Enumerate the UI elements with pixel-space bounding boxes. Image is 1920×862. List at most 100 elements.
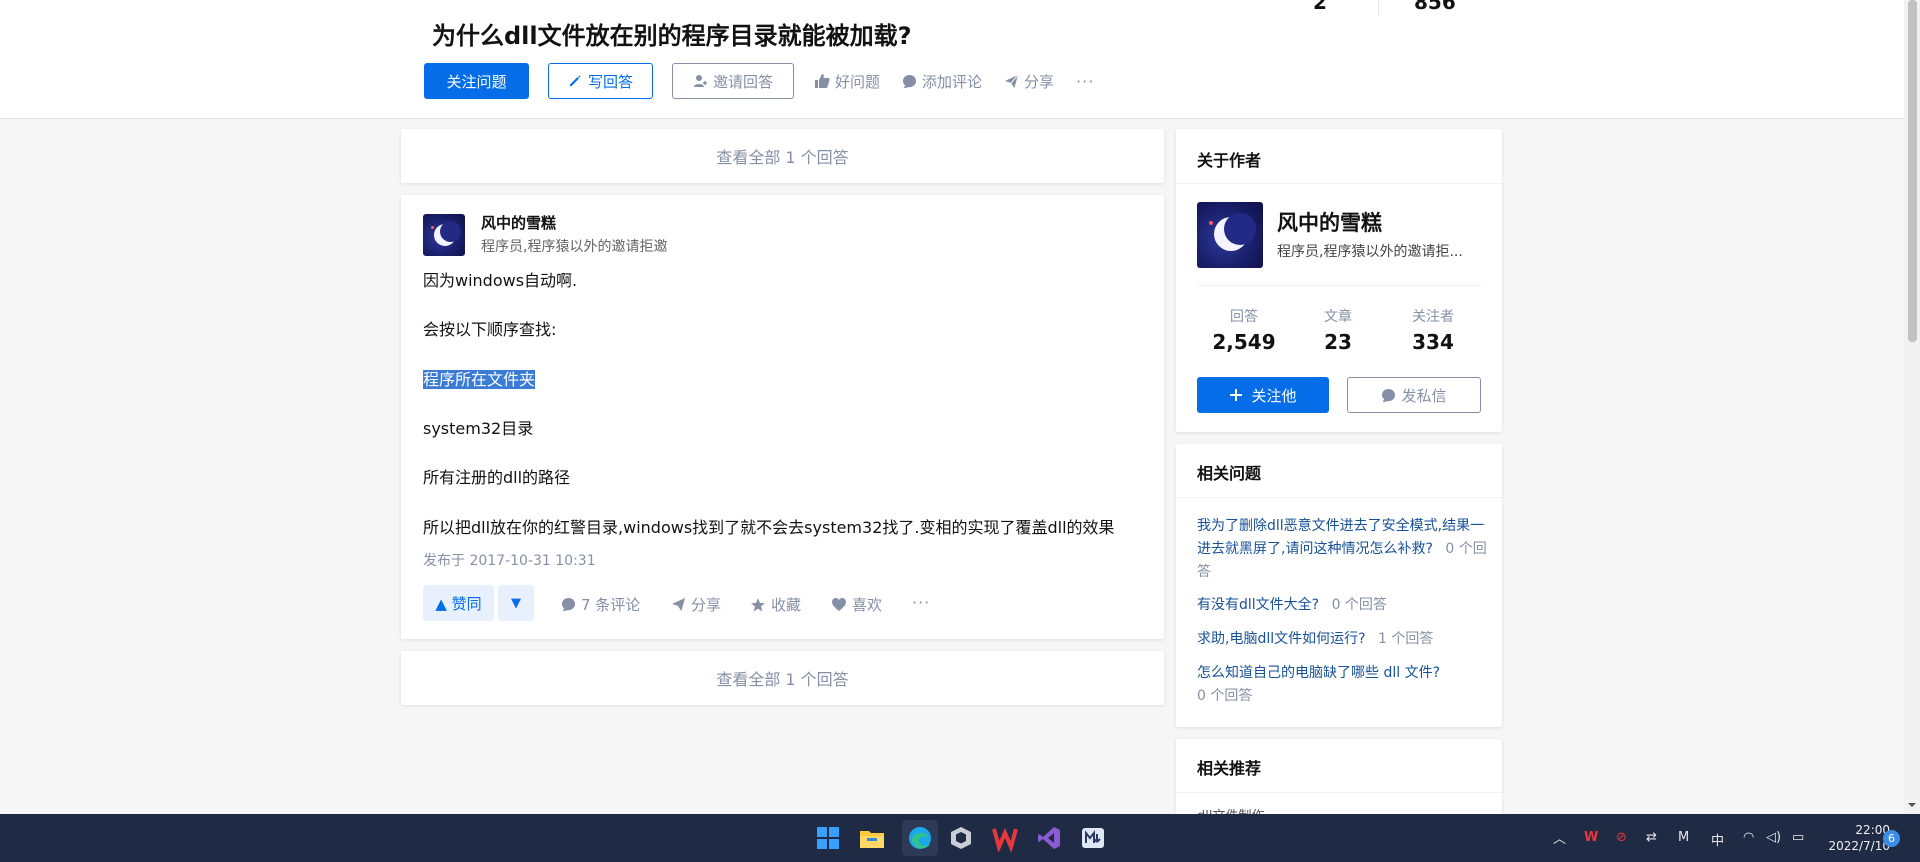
scrollbar-thumb[interactable] bbox=[1908, 0, 1917, 342]
write-answer-label: 写回答 bbox=[587, 72, 633, 91]
virtualbox-icon[interactable] bbox=[947, 824, 975, 852]
wifi-icon[interactable]: ◠ bbox=[1743, 830, 1754, 845]
send-message-button[interactable]: 发私信 bbox=[1347, 377, 1481, 413]
related-question-text[interactable]: 我为了删除dll恶意文件进去了安全模式,结果一进去就黑屏了,请问这种情况怎么补救… bbox=[1197, 518, 1484, 557]
file-explorer-icon[interactable] bbox=[858, 824, 886, 852]
add-comment-label: 添加评论 bbox=[922, 72, 983, 91]
view-all-answers-label: 查看全部 1 个回答 bbox=[716, 670, 849, 689]
downvote-button[interactable]: ▼ bbox=[498, 585, 534, 621]
follow-author-button[interactable]: 关注他 bbox=[1197, 377, 1329, 413]
related-question-item[interactable]: 求助,电脑dll文件如何运行? 1 个回答 bbox=[1197, 628, 1487, 651]
clock-time: 22:00 bbox=[1855, 823, 1890, 837]
collect-button[interactable]: 收藏 bbox=[750, 594, 801, 615]
related-question-item[interactable]: 有没有dll文件大全? 0 个回答 bbox=[1197, 594, 1487, 617]
view-all-answers-bottom[interactable]: 查看全部 1 个回答 bbox=[401, 651, 1164, 705]
add-comment-button[interactable]: 添加评论 bbox=[902, 71, 982, 92]
upvote-button[interactable]: ▲ 赞同 bbox=[423, 585, 494, 621]
author-avatar-large[interactable] bbox=[1197, 202, 1263, 268]
good-question-button[interactable]: 好问题 bbox=[814, 71, 880, 92]
answer-more-button[interactable]: ··· bbox=[912, 593, 930, 612]
star-icon bbox=[751, 597, 765, 611]
related-question-count: 0 个回答 bbox=[1197, 688, 1253, 704]
stat-answers[interactable]: 回答 2,549 bbox=[1197, 306, 1291, 354]
stats-divider bbox=[1378, 0, 1379, 16]
page-scrollbar[interactable] bbox=[1904, 0, 1920, 814]
stat-label: 关注者 bbox=[1412, 309, 1454, 325]
more-options-button[interactable]: ··· bbox=[1076, 72, 1094, 91]
chat-bubble-icon bbox=[1382, 388, 1396, 402]
invite-answer-button[interactable]: 邀请回答 bbox=[672, 63, 794, 99]
stat-followers[interactable]: 关注者 334 bbox=[1385, 306, 1481, 354]
share-question-label: 分享 bbox=[1024, 72, 1055, 91]
security-tray-icon[interactable]: ⊘ bbox=[1616, 830, 1627, 845]
answer-paragraph: 所以把dll放在你的红警目录,windows找到了就不会去system32找了.… bbox=[423, 518, 1115, 537]
view-all-answers-top[interactable]: 查看全部 1 个回答 bbox=[401, 129, 1164, 183]
answer-paragraph: system32目录 bbox=[423, 419, 534, 438]
notification-badge[interactable]: 6 bbox=[1883, 830, 1900, 847]
battery-icon[interactable]: ▭ bbox=[1792, 830, 1804, 845]
wps-tray-icon[interactable]: W bbox=[1584, 830, 1598, 845]
view-all-answers-label: 查看全部 1 个回答 bbox=[716, 148, 849, 167]
author-avatar[interactable] bbox=[423, 214, 465, 256]
edge-browser-icon[interactable] bbox=[902, 820, 938, 856]
downvote-label: ▼ bbox=[511, 595, 521, 611]
share-answer-button[interactable]: 分享 bbox=[671, 594, 721, 615]
about-author-bio: 程序员,程序猿以外的邀请拒... bbox=[1277, 244, 1463, 260]
follow-question-button[interactable]: 关注问题 bbox=[424, 63, 529, 99]
author-bio: 程序员,程序猿以外的邀请拒邀 bbox=[481, 239, 668, 255]
follow-question-label: 关注问题 bbox=[446, 72, 507, 91]
wps-office-icon[interactable] bbox=[991, 824, 1019, 854]
divider bbox=[1176, 792, 1502, 793]
thumbs-up-icon bbox=[815, 74, 830, 88]
ime-indicator[interactable]: 中 bbox=[1711, 830, 1724, 849]
about-author-card: 关于作者 风中的雪糕 程序员,程序猿以外的邀请拒... 回答 2,549 文章 … bbox=[1176, 129, 1502, 432]
divider bbox=[1176, 497, 1502, 498]
volume-icon[interactable]: ◁) bbox=[1766, 830, 1781, 845]
answer-paragraph-highlighted: 程序所在文件夹 bbox=[423, 370, 536, 389]
about-author-name[interactable]: 风中的雪糕 bbox=[1277, 207, 1382, 237]
follow-author-label: 关注他 bbox=[1251, 386, 1297, 405]
related-question-item[interactable]: 我为了删除dll恶意文件进去了安全模式,结果一进去就黑屏了,请问这种情况怎么补救… bbox=[1197, 515, 1487, 584]
network-control-tray-icon[interactable]: ⇄ bbox=[1646, 830, 1657, 845]
markdown-editor-icon[interactable] bbox=[1079, 824, 1107, 852]
share-question-button[interactable]: 分享 bbox=[1004, 71, 1054, 92]
divider bbox=[1176, 183, 1502, 184]
write-answer-button[interactable]: 写回答 bbox=[548, 63, 653, 99]
clock-date: 2022/7/10 bbox=[1828, 839, 1890, 853]
comment-bubble-icon bbox=[561, 597, 576, 612]
stat-articles[interactable]: 文章 23 bbox=[1291, 306, 1385, 354]
answer-actions: ▲ 赞同 ▼ 7 条评论 分享 收藏 喜欢 ··· bbox=[423, 585, 1143, 621]
related-question-text[interactable]: 有没有dll文件大全? bbox=[1197, 597, 1319, 613]
upvote-label: ▲ 赞同 bbox=[435, 594, 482, 613]
divider bbox=[1197, 285, 1481, 286]
question-header: 2 856 为什么dll文件放在别的程序目录就能被加载? 关注问题 写回答 邀请… bbox=[0, 0, 1904, 119]
tray-chevron-up-icon[interactable]: ︿ bbox=[1553, 828, 1566, 847]
related-question-text[interactable]: 求助,电脑dll文件如何运行? bbox=[1197, 631, 1366, 647]
visual-studio-icon[interactable] bbox=[1035, 824, 1063, 852]
markdown-tray-icon[interactable]: M bbox=[1678, 830, 1689, 845]
stat-value: 2,549 bbox=[1212, 330, 1276, 354]
invite-user-icon bbox=[693, 75, 707, 87]
related-question-item[interactable]: 怎么知道自己的电脑缺了哪些 dll 文件? 0 个回答 bbox=[1197, 662, 1487, 708]
publish-time[interactable]: 发布于 2017-10-31 10:31 bbox=[423, 550, 596, 570]
comments-button[interactable]: 7 条评论 bbox=[561, 594, 640, 615]
question-title: 为什么dll文件放在别的程序目录就能被加载? bbox=[432, 22, 912, 50]
scroll-down-arrow-icon[interactable] bbox=[1904, 800, 1920, 810]
like-button[interactable]: 喜欢 bbox=[831, 594, 882, 615]
question-actions: 关注问题 写回答 邀请回答 好问题 添加评论 分享 ··· bbox=[424, 63, 1094, 99]
invite-answer-label: 邀请回答 bbox=[712, 72, 773, 91]
author-name[interactable]: 风中的雪糕 bbox=[481, 212, 556, 233]
send-message-label: 发私信 bbox=[1401, 386, 1447, 405]
answer-paragraph: 所有注册的dll的路径 bbox=[423, 468, 571, 487]
windows-start-icon[interactable] bbox=[814, 824, 842, 852]
stat-label: 回答 bbox=[1230, 309, 1258, 325]
related-question-text[interactable]: 怎么知道自己的电脑缺了哪些 dll 文件? bbox=[1197, 665, 1440, 681]
stat-label: 文章 bbox=[1324, 309, 1352, 325]
answer-paragraph: 会按以下顺序查找: bbox=[423, 320, 557, 339]
paper-plane-icon bbox=[671, 597, 686, 612]
share-answer-label: 分享 bbox=[691, 596, 722, 614]
like-label: 喜欢 bbox=[852, 596, 883, 614]
pencil-icon bbox=[569, 75, 581, 86]
clock[interactable]: 22:00 2022/7/10 bbox=[1816, 822, 1890, 854]
related-recommend-title: 相关推荐 bbox=[1197, 759, 1262, 778]
